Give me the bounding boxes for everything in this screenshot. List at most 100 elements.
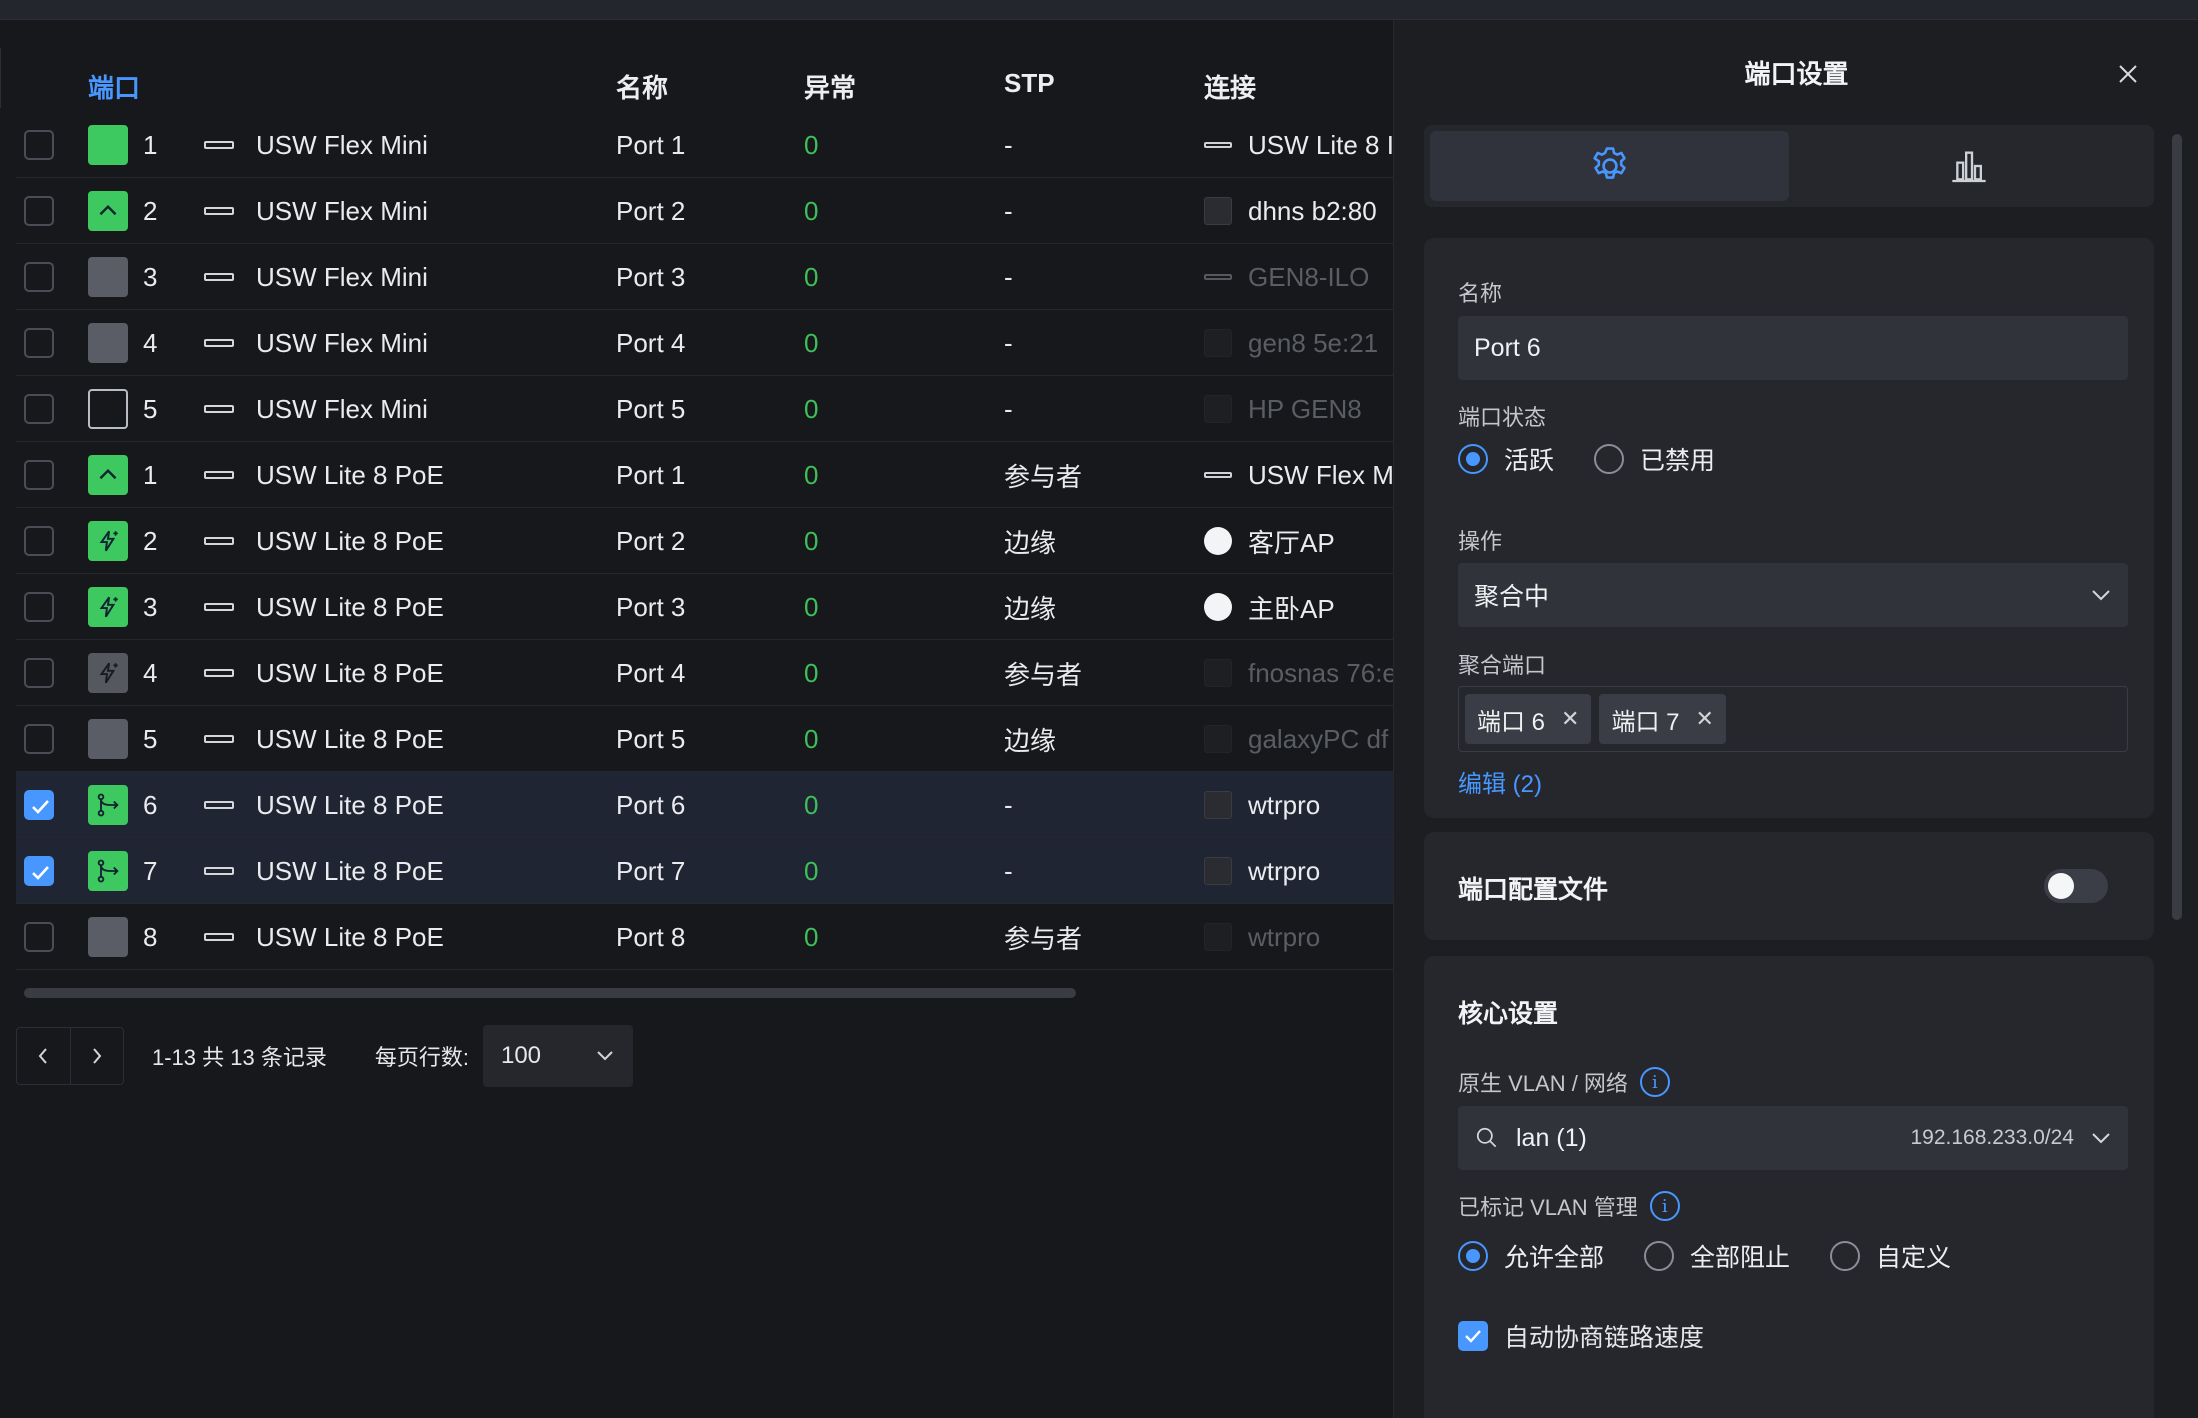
connection-name[interactable]: wtrpro — [1248, 838, 1320, 904]
device-icon-cell — [204, 376, 234, 442]
row-checkbox[interactable] — [24, 724, 54, 754]
operation-select[interactable]: 聚合中 — [1458, 563, 2128, 627]
table-row[interactable]: 4 USW Lite 8 PoE Port 4 0 参与者 fnosnas 76:e — [16, 640, 1393, 706]
row-checkbox[interactable] — [24, 856, 54, 886]
device-name[interactable]: USW Lite 8 PoE — [256, 574, 444, 640]
connection-name[interactable]: fnosnas 76:e — [1248, 640, 1393, 706]
table-row[interactable]: 3 USW Flex Mini Port 3 0 - GEN8-ILO — [16, 244, 1393, 310]
native-vlan-select[interactable]: lan (1) 192.168.233.0/24 — [1458, 1106, 2128, 1170]
tab-statistics[interactable] — [1789, 131, 2148, 201]
horizontal-scrollbar[interactable] — [24, 988, 1076, 998]
connection-name[interactable]: wtrpro — [1248, 904, 1320, 970]
status-option-active[interactable]: 活跃 — [1458, 441, 1554, 477]
row-checkbox[interactable] — [24, 790, 54, 820]
col-header-connection[interactable]: 连接 — [1204, 68, 1256, 105]
table-row[interactable]: 5 USW Flex Mini Port 5 0 - HP GEN8 — [16, 376, 1393, 442]
row-checkbox[interactable] — [24, 262, 54, 292]
connection-name[interactable]: wtrpro — [1248, 772, 1320, 838]
stp-state: 参与者 — [1004, 923, 1083, 954]
tagged-option-block-all[interactable]: 全部阻止 — [1644, 1238, 1790, 1274]
connection-name[interactable]: galaxyPC df — [1248, 706, 1388, 772]
device-name[interactable]: USW Flex Mini — [256, 244, 428, 310]
port-settings-panel: 端口设置 名称 Port 6 端口状态 活跃 已禁用 操作 聚合中 聚合端口 端… — [1393, 20, 2198, 1418]
edit-aggregate-link[interactable]: 编辑 (2) — [1458, 764, 1542, 799]
port-name-input[interactable]: Port 6 — [1458, 316, 2128, 380]
table-row[interactable]: 2 USW Flex Mini Port 2 0 - dhns b2:80 — [16, 178, 1393, 244]
native-vlan-value: lan (1) — [1516, 1123, 1587, 1152]
row-checkbox[interactable] — [24, 196, 54, 226]
port-number: 3 — [143, 591, 158, 622]
table-row[interactable]: 1 USW Lite 8 PoE Port 1 0 参与者 USW Flex M — [16, 442, 1393, 508]
connection-name[interactable]: USW Flex M — [1248, 442, 1393, 508]
port-profile-toggle[interactable] — [2044, 869, 2108, 903]
connection-name[interactable]: 客厅AP — [1248, 508, 1335, 574]
port-number: 3 — [143, 261, 158, 292]
tab-settings[interactable] — [1430, 131, 1789, 201]
tagged-option-allow-all[interactable]: 允许全部 — [1458, 1238, 1604, 1274]
connection-name[interactable]: 主卧AP — [1248, 574, 1335, 640]
connection-name[interactable]: USW Lite 8 I — [1248, 112, 1393, 178]
device-name[interactable]: USW Flex Mini — [256, 112, 428, 178]
col-header-stp[interactable]: STP — [1004, 68, 1055, 99]
gray-port-icon — [88, 323, 128, 363]
port-name-value: Port 6 — [1474, 333, 1541, 362]
autoneg-checkbox[interactable] — [1458, 1321, 1488, 1351]
connection-icon-cell — [1204, 772, 1232, 838]
info-icon[interactable]: i — [1639, 1067, 1670, 1097]
remove-tag-icon[interactable]: ✕ — [1695, 706, 1713, 732]
table-row[interactable]: 3 USW Lite 8 PoE Port 3 0 边缘 主卧AP — [16, 574, 1393, 640]
table-row[interactable]: 4 USW Flex Mini Port 4 0 - gen8 5e:21 — [16, 310, 1393, 376]
col-header-name[interactable]: 名称 — [616, 68, 668, 105]
aggregate-ports-label: 聚合端口 — [1458, 653, 1547, 678]
remove-tag-icon[interactable]: ✕ — [1561, 706, 1579, 732]
status-option-disabled[interactable]: 已禁用 — [1594, 441, 1715, 477]
device-name[interactable]: USW Lite 8 PoE — [256, 772, 444, 838]
row-checkbox[interactable] — [24, 526, 54, 556]
core-settings-card: 核心设置 原生 VLAN / 网络 i lan (1) 192.168.233.… — [1424, 956, 2154, 1418]
port-icon-cell — [88, 178, 128, 244]
device-name[interactable]: USW Lite 8 PoE — [256, 838, 444, 904]
row-checkbox[interactable] — [24, 460, 54, 490]
device-name[interactable]: USW Lite 8 PoE — [256, 508, 444, 574]
table-row[interactable]: 5 USW Lite 8 PoE Port 5 0 边缘 galaxyPC df — [16, 706, 1393, 772]
row-checkbox[interactable] — [24, 592, 54, 622]
table-row[interactable]: 2 USW Lite 8 PoE Port 2 0 边缘 客厅AP — [16, 508, 1393, 574]
close-panel-button[interactable] — [2110, 56, 2146, 92]
device-icon-cell — [204, 442, 234, 508]
table-row[interactable]: 7 USW Lite 8 PoE Port 7 0 - wtrpro — [16, 838, 1393, 904]
table-row[interactable]: 8 USW Lite 8 PoE Port 8 0 参与者 wtrpro — [16, 904, 1393, 970]
next-page-button[interactable] — [69, 1028, 123, 1084]
col-header-port[interactable]: 端口 — [88, 68, 140, 105]
connection-name[interactable]: GEN8-ILO — [1248, 244, 1369, 310]
device-name[interactable]: USW Flex Mini — [256, 178, 428, 244]
device-name[interactable]: USW Lite 8 PoE — [256, 442, 444, 508]
row-checkbox[interactable] — [24, 328, 54, 358]
device-icon — [1204, 197, 1232, 225]
autoneg-checkbox-row[interactable]: 自动协商链路速度 — [1458, 1318, 1704, 1354]
device-name[interactable]: USW Lite 8 PoE — [256, 706, 444, 772]
device-name[interactable]: USW Lite 8 PoE — [256, 904, 444, 970]
device-name[interactable]: USW Flex Mini — [256, 310, 428, 376]
port-profile-card: 端口配置文件 — [1424, 832, 2154, 940]
aggregate-ports-input[interactable]: 端口 6 ✕ 端口 7 ✕ — [1458, 686, 2128, 752]
device-name[interactable]: USW Lite 8 PoE — [256, 640, 444, 706]
row-checkbox[interactable] — [24, 130, 54, 160]
prev-page-button[interactable] — [17, 1028, 70, 1084]
tagged-vlan-label-row: 已标记 VLAN 管理 i — [1458, 1190, 1680, 1222]
rows-per-page-select[interactable]: 100 — [482, 1025, 633, 1087]
col-header-errors[interactable]: 异常 — [804, 68, 856, 105]
row-checkbox[interactable] — [24, 922, 54, 952]
green-solid-port-icon — [88, 125, 128, 165]
rows-per-page-value: 100 — [500, 1042, 542, 1069]
info-icon[interactable]: i — [1649, 1191, 1680, 1221]
table-row[interactable]: 1 USW Flex Mini Port 1 0 - USW Lite 8 I — [16, 112, 1393, 178]
connection-name[interactable]: dhns b2:80 — [1248, 178, 1377, 244]
panel-vertical-scrollbar[interactable] — [2172, 134, 2182, 920]
row-checkbox[interactable] — [24, 658, 54, 688]
row-checkbox[interactable] — [24, 394, 54, 424]
device-name[interactable]: USW Flex Mini — [256, 376, 428, 442]
table-row[interactable]: 6 USW Lite 8 PoE Port 6 0 - wtrpro — [16, 772, 1393, 838]
connection-name[interactable]: gen8 5e:21 — [1248, 310, 1378, 376]
tagged-option-custom[interactable]: 自定义 — [1830, 1238, 1951, 1274]
connection-name[interactable]: HP GEN8 — [1248, 376, 1362, 442]
